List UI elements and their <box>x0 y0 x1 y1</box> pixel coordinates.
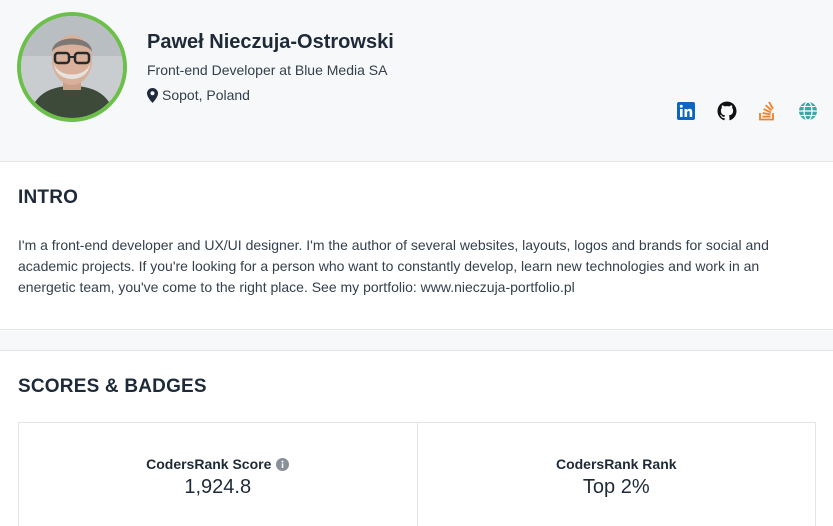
scores-section: SCORES & BADGES CodersRank Score 1,924.8… <box>0 352 833 526</box>
github-icon <box>717 101 736 121</box>
stackoverflow-link[interactable] <box>756 100 778 122</box>
score-cards: CodersRank Score 1,924.8 CodersRank Rank… <box>18 422 816 526</box>
section-divider <box>0 331 833 351</box>
score-label: CodersRank Score <box>19 456 417 472</box>
location-text: Sopot, Poland <box>162 87 250 103</box>
intro-title: INTRO <box>18 187 79 208</box>
rank-card: CodersRank Rank Top 2% <box>416 423 816 526</box>
score-value: 1,924.8 <box>184 476 252 498</box>
social-links <box>675 100 833 122</box>
linkedin-link[interactable] <box>675 100 697 122</box>
linkedin-icon <box>677 102 695 120</box>
stackoverflow-icon <box>759 101 774 121</box>
profile-name: Paweł Nieczuja-Ostrowski <box>147 31 394 53</box>
info-icon[interactable] <box>276 457 290 471</box>
profile-location: Sopot, Poland <box>147 87 250 103</box>
score-label-text: CodersRank Score <box>146 456 272 472</box>
avatar-photo <box>21 16 123 118</box>
avatar <box>17 12 127 122</box>
rank-label: CodersRank Rank <box>418 456 816 472</box>
location-pin-icon <box>147 87 158 103</box>
profile-header: Paweł Nieczuja-Ostrowski Front-end Devel… <box>0 0 833 162</box>
intro-text: I'm a front-end developer and UX/UI desi… <box>18 237 769 295</box>
score-card: CodersRank Score 1,924.8 <box>19 423 417 526</box>
github-link[interactable] <box>716 100 738 122</box>
profile-job-title: Front-end Developer at Blue Media SA <box>147 62 388 78</box>
scores-title: SCORES & BADGES <box>18 376 207 397</box>
intro-section: INTRO I'm a front-end developer and UX/U… <box>0 163 833 330</box>
rank-value: Top 2% <box>582 476 650 498</box>
globe-icon <box>798 101 817 121</box>
rank-label-text: CodersRank Rank <box>555 456 677 472</box>
website-link[interactable] <box>797 100 819 122</box>
